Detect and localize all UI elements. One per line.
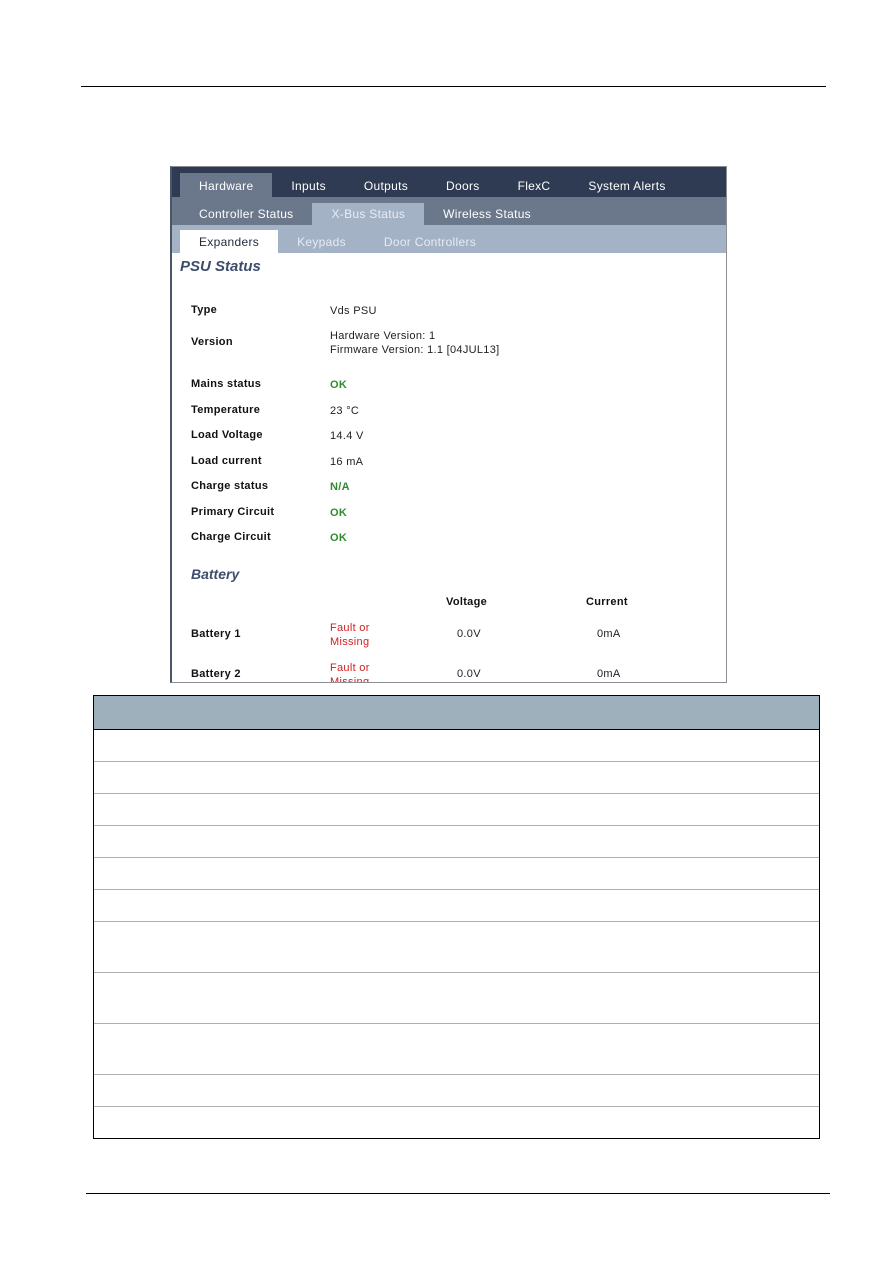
footer-rule xyxy=(86,1193,830,1194)
table-row xyxy=(94,1107,819,1138)
field-label: Load Voltage xyxy=(191,429,263,441)
battery-voltage: 0.0V xyxy=(457,668,481,680)
tab-outputs[interactable]: Outputs xyxy=(345,173,427,197)
column-header-current: Current xyxy=(586,596,628,608)
psu-status-screenshot: Hardware Inputs Outputs Doors FlexC Syst… xyxy=(170,166,727,683)
battery-current: 0mA xyxy=(597,668,621,680)
field-label: Temperature xyxy=(191,404,261,416)
tab-expanders[interactable]: Expanders xyxy=(180,230,279,253)
tab-hardware[interactable]: Hardware xyxy=(180,173,273,197)
column-header-voltage: Voltage xyxy=(446,596,488,608)
field-label: Load current xyxy=(191,455,262,467)
battery-status: Fault or Missing xyxy=(330,662,370,683)
field-label: Charge status xyxy=(191,480,269,492)
field-label: Charge Circuit xyxy=(191,531,271,543)
field-label: Primary Circuit xyxy=(191,506,275,518)
third-tab-bar: Expanders Keypads Door Controllers xyxy=(172,225,726,253)
table-header xyxy=(94,696,819,730)
hardware-version: Hardware Version: 1 xyxy=(330,330,436,342)
tab-flexc[interactable]: FlexC xyxy=(499,173,570,197)
table-row xyxy=(94,826,819,858)
firmware-version: Firmware Version: 1.1 [04JUL13] xyxy=(330,344,500,356)
field-value: OK xyxy=(330,379,348,391)
table-row xyxy=(94,922,819,973)
table-row xyxy=(94,973,819,1024)
tab-keypads[interactable]: Keypads xyxy=(278,225,365,253)
field-value: 23 °C xyxy=(330,405,360,417)
psu-status-title: PSU Status xyxy=(180,258,261,275)
battery-current: 0mA xyxy=(597,628,621,640)
tab-inputs[interactable]: Inputs xyxy=(272,173,345,197)
tab-doors[interactable]: Doors xyxy=(427,173,499,197)
field-value: OK xyxy=(330,532,348,544)
table-row xyxy=(94,730,819,762)
field-value: 14.4 V xyxy=(330,430,364,442)
tab-xbus-status[interactable]: X-Bus Status xyxy=(312,203,425,225)
tab-system-alerts[interactable]: System Alerts xyxy=(569,173,684,197)
table-row xyxy=(94,858,819,890)
battery-label: Battery 1 xyxy=(191,628,241,640)
header-rule xyxy=(81,86,826,87)
battery-status: Fault or Missing xyxy=(330,622,370,648)
field-label: Mains status xyxy=(191,378,262,390)
field-value: Vds PSU xyxy=(330,305,377,317)
field-label: Type xyxy=(191,304,218,316)
main-tab-bar: Hardware Inputs Outputs Doors FlexC Syst… xyxy=(172,167,726,197)
field-value: OK xyxy=(330,507,348,519)
table-row xyxy=(94,1024,819,1075)
table-row xyxy=(94,794,819,826)
field-value: 16 mA xyxy=(330,456,364,468)
sub-tab-bar: Controller Status X-Bus Status Wireless … xyxy=(172,197,726,225)
tab-controller-status[interactable]: Controller Status xyxy=(180,197,312,225)
battery-label: Battery 2 xyxy=(191,668,241,680)
tab-door-controllers[interactable]: Door Controllers xyxy=(365,225,495,253)
field-label: Version xyxy=(191,336,233,348)
tab-wireless-status[interactable]: Wireless Status xyxy=(424,197,550,225)
field-value: N/A xyxy=(330,481,350,493)
battery-title: Battery xyxy=(191,566,240,582)
table-row xyxy=(94,890,819,922)
battery-voltage: 0.0V xyxy=(457,628,481,640)
table-row xyxy=(94,1075,819,1107)
table-row xyxy=(94,762,819,794)
document-table xyxy=(93,695,820,1139)
